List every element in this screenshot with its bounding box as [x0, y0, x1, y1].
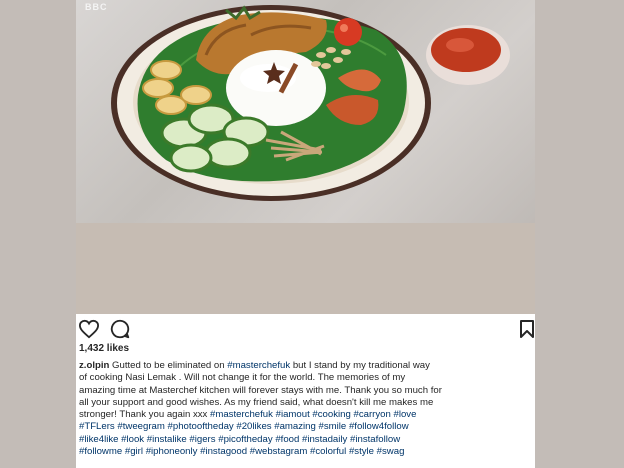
caption-text: but I stand by my traditional way [290, 360, 430, 371]
post-actions-bar [76, 316, 535, 340]
hashtag-link[interactable]: #igers [189, 434, 215, 445]
hashtag-link[interactable]: #instadaily [302, 434, 347, 445]
hashtag-link[interactable]: #instagood [200, 446, 247, 457]
hashtag-link[interactable]: #instafollow [350, 434, 400, 445]
hashtag-link[interactable]: #instalike [147, 434, 187, 445]
hashtag-link[interactable]: #cooking [312, 409, 350, 420]
nasi-lemak-illustration [111, 5, 510, 201]
likes-count[interactable]: 1,432 likes [79, 343, 129, 354]
photo-divider-band [76, 223, 535, 314]
hashtag-link[interactable]: #masterchefuk [227, 360, 290, 371]
hashtag-link[interactable]: #look [121, 434, 144, 445]
hashtag-link[interactable]: #colorful [310, 446, 346, 457]
hashtag-link[interactable]: #smile [319, 421, 347, 432]
hashtag-link[interactable]: #TFLers [79, 421, 115, 432]
hashtag-link[interactable]: #style [349, 446, 374, 457]
caption-text: stronger! Thank you again xxx [79, 409, 211, 421]
hashtag-link[interactable]: #girl [125, 446, 143, 457]
username-link[interactable]: z.olpin [79, 360, 109, 371]
hashtag-link[interactable]: #follow4follow [349, 421, 409, 432]
hashtag-link[interactable]: #like4like [79, 434, 118, 445]
caption-line: stronger! Thank you again xxx #masterche… [79, 409, 535, 421]
caption-text: Gutted to be eliminated on [109, 360, 228, 371]
caption-line: all your support and good wishes. As my … [79, 397, 535, 409]
caption-line: #TFLers #tweegram #photooftheday #20like… [79, 421, 535, 433]
comment-bubble-icon[interactable] [109, 318, 131, 340]
hashtag-link[interactable]: #swag [377, 446, 405, 457]
hashtag-link[interactable]: #carryon [354, 409, 391, 420]
bbc-watermark: BBC [85, 2, 108, 12]
caption-line: #followme #girl #iphoneonly #instagood #… [79, 446, 535, 458]
hashtag-link[interactable]: #webstagram [250, 446, 308, 457]
hashtag-link[interactable]: #masterchefuk [210, 409, 273, 420]
instagram-post: BBC 1,432 likes z.olpin Gutted to be eli… [76, 0, 535, 468]
hashtag-link[interactable]: #amazing [274, 421, 316, 432]
heart-icon[interactable] [78, 318, 100, 340]
caption-line: #like4like #look #instalike #igers #pico… [79, 434, 535, 446]
caption-text: all your support and good wishes. As my … [79, 396, 434, 408]
hashtag-link[interactable]: #iamout [276, 409, 310, 420]
hashtag-link[interactable]: #love [394, 409, 417, 420]
hashtag-link[interactable]: #followme [79, 446, 122, 457]
hashtag-link[interactable]: #photooftheday [168, 421, 234, 432]
caption-line: z.olpin Gutted to be eliminated on #mast… [79, 360, 535, 372]
bookmark-icon[interactable] [516, 318, 535, 340]
caption-line: amazing time at Masterchef kitchen will … [79, 385, 535, 397]
post-photo[interactable]: BBC [76, 0, 535, 223]
caption-line: of cooking Nasi Lemak . Will not change … [79, 372, 535, 384]
hashtag-link[interactable]: #tweegram [117, 421, 164, 432]
caption-text: of cooking Nasi Lemak . Will not change … [79, 372, 406, 384]
hashtag-link[interactable]: #picoftheday [218, 434, 272, 445]
post-caption: z.olpin Gutted to be eliminated on #mast… [79, 360, 535, 458]
hashtag-link[interactable]: #iphoneonly [146, 446, 198, 457]
hashtag-link[interactable]: #food [275, 434, 299, 445]
hashtag-link[interactable]: #20likes [236, 421, 271, 432]
caption-text: amazing time at Masterchef kitchen will … [79, 384, 442, 396]
